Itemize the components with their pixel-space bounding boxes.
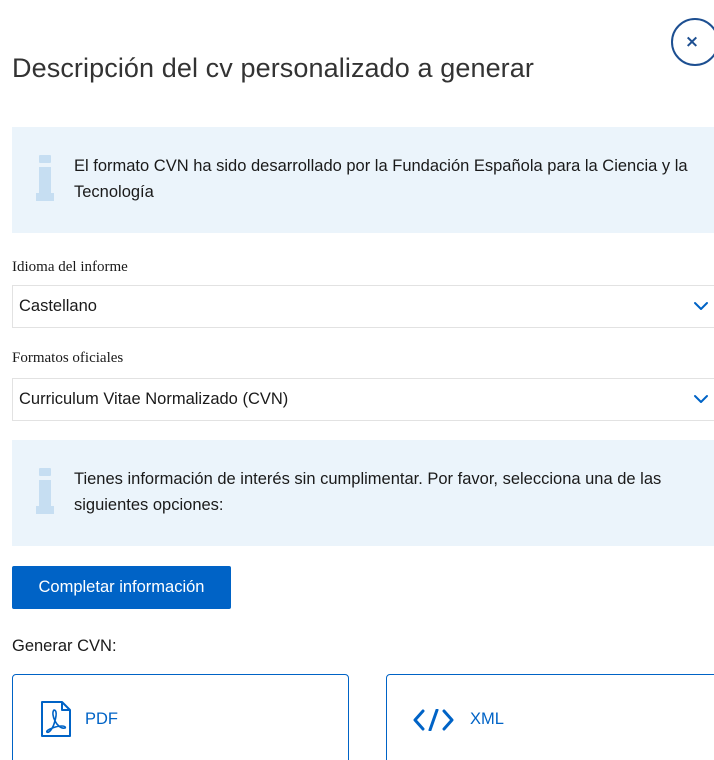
- language-label: Idioma del informe: [12, 259, 128, 275]
- info-box-incomplete: Tienes información de interés sin cumpli…: [12, 440, 714, 546]
- chevron-down-icon: [694, 302, 708, 310]
- modal-title: Descripción del cv personalizado a gener…: [12, 53, 534, 83]
- info-box-cvn: El formato CVN ha sido desarrollado por …: [12, 127, 714, 233]
- info-icon: [36, 468, 54, 516]
- generate-cvn-label: Generar CVN:: [12, 637, 117, 655]
- pdf-option-label: PDF: [85, 710, 118, 728]
- chevron-down-icon: [694, 395, 708, 403]
- info-icon: [36, 155, 54, 203]
- complete-info-button[interactable]: Completar información: [12, 566, 231, 609]
- generate-xml-option[interactable]: XML: [386, 674, 714, 760]
- cv-modal: × Descripción del cv personalizado a gen…: [0, 0, 714, 760]
- language-select-value: Castellano: [19, 297, 97, 315]
- close-button[interactable]: ×: [671, 18, 714, 66]
- language-select[interactable]: Castellano: [12, 285, 714, 328]
- generate-pdf-option[interactable]: PDF: [12, 674, 349, 760]
- format-select-value: Curriculum Vitae Normalizado (CVN): [19, 390, 289, 408]
- xml-option-label: XML: [470, 710, 504, 728]
- info-text: Tienes información de interés sin cumpli…: [74, 470, 662, 514]
- format-select[interactable]: Curriculum Vitae Normalizado (CVN): [12, 378, 714, 421]
- format-label: Formatos oficiales: [12, 350, 124, 366]
- pdf-file-icon: [41, 701, 71, 737]
- close-icon: ×: [684, 31, 700, 52]
- code-icon: [413, 709, 454, 731]
- info-text: El formato CVN ha sido desarrollado por …: [74, 157, 688, 201]
